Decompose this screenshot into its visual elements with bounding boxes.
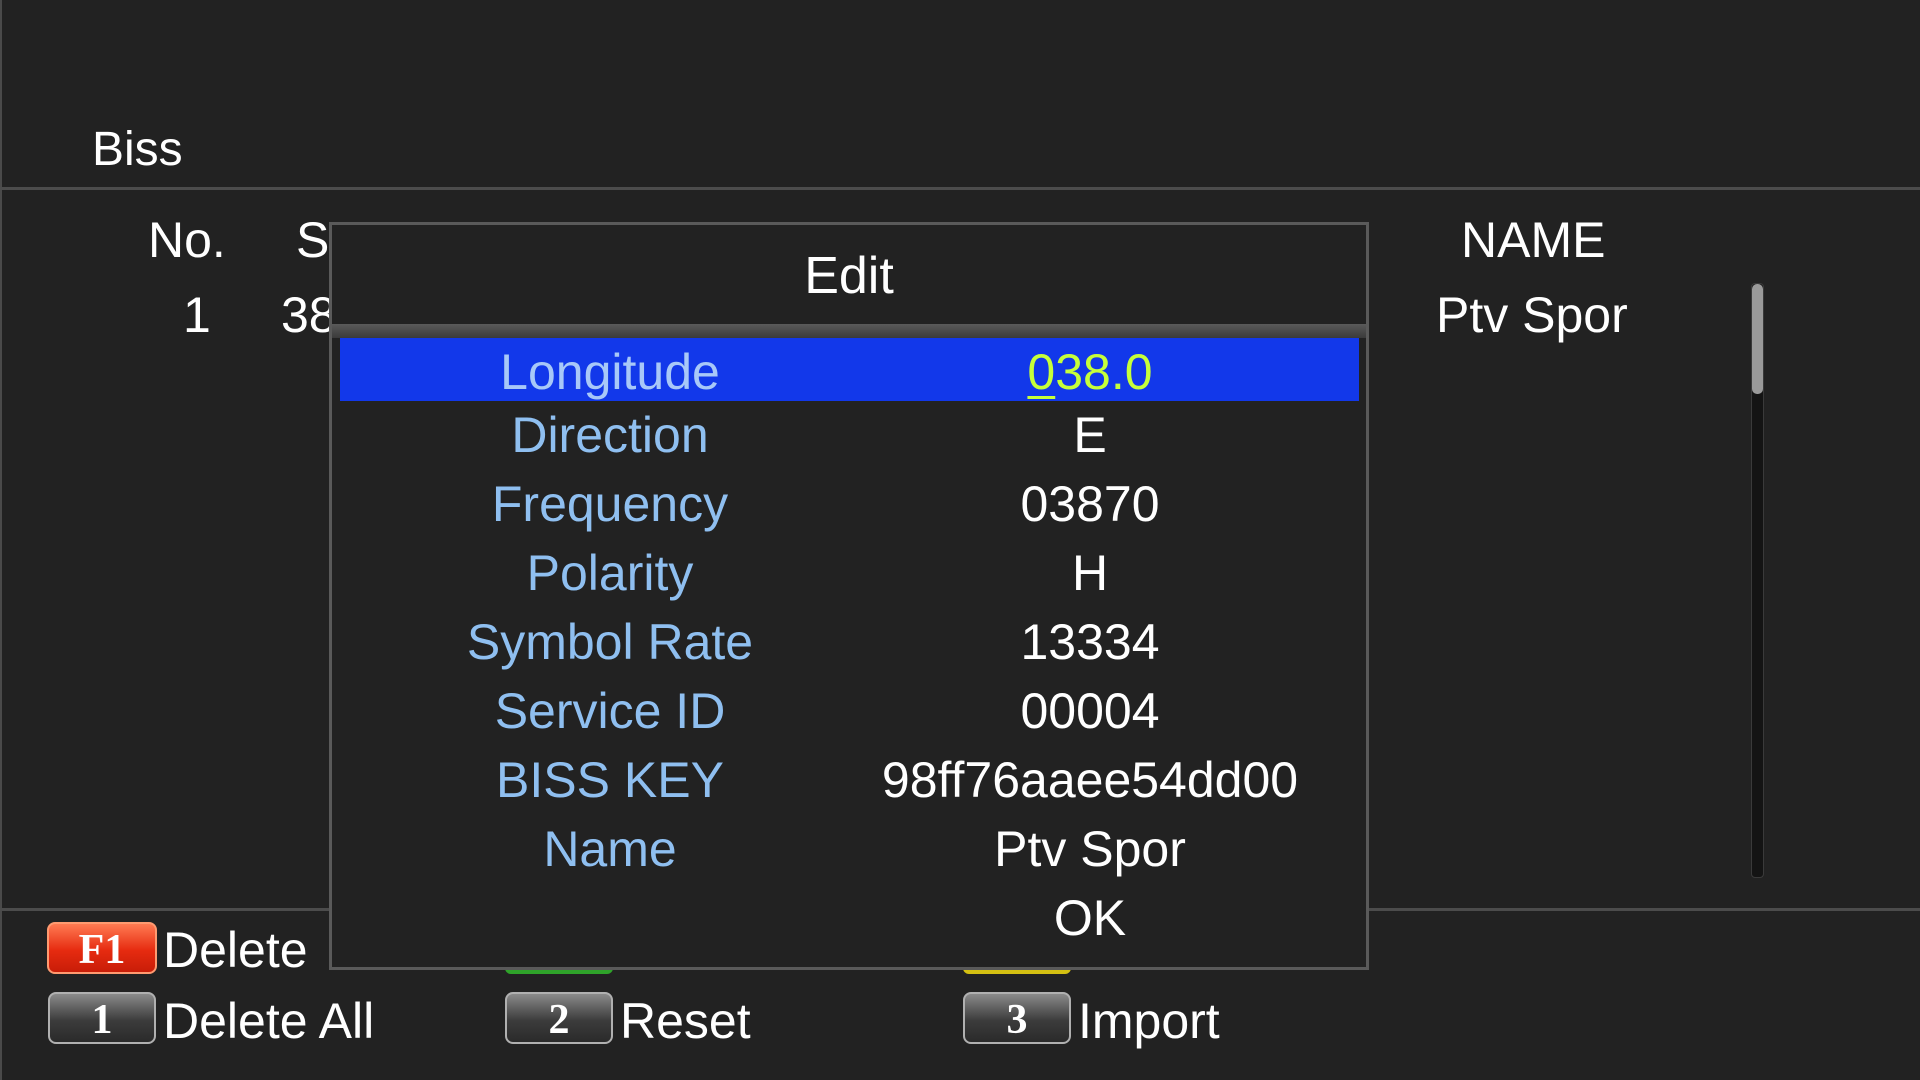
delete-all-label[interactable]: Delete All (163, 991, 374, 1051)
ok-row[interactable]: OK (340, 884, 1359, 947)
field-polarity[interactable]: Polarity H (340, 539, 1359, 602)
frequency-value[interactable]: 03870 (850, 470, 1330, 539)
field-name[interactable]: Name Ptv Spor (340, 815, 1359, 878)
column-header-no: No. (148, 212, 226, 268)
symbol-rate-value[interactable]: 13334 (850, 608, 1330, 677)
row-name: Ptv Spor (1436, 287, 1628, 343)
edit-dialog: Edit Longitude 038.0 Direction E Frequen… (329, 222, 1369, 970)
edit-cursor: 0 (1027, 344, 1056, 400)
scrollbar-thumb[interactable] (1752, 284, 1763, 394)
dialog-divider (332, 324, 1366, 338)
key-3[interactable]: 3 (963, 992, 1071, 1044)
name-label: Name (543, 821, 677, 877)
page-title: Biss (92, 123, 183, 176)
reset-label[interactable]: Reset (620, 991, 751, 1051)
symbol-rate-label: Symbol Rate (466, 614, 754, 670)
biss-key-label: BISS KEY (496, 752, 724, 808)
longitude-value-rest: 38.0 (1055, 344, 1153, 400)
dialog-title: Edit (804, 247, 894, 305)
direction-value[interactable]: E (850, 401, 1330, 470)
polarity-value[interactable]: H (850, 539, 1330, 608)
field-symbol-rate[interactable]: Symbol Rate 13334 (340, 608, 1359, 671)
key-2[interactable]: 2 (505, 992, 613, 1044)
name-value[interactable]: Ptv Spor (850, 815, 1330, 884)
delete-label[interactable]: Delete (163, 920, 308, 980)
field-longitude[interactable]: Longitude 038.0 (340, 338, 1359, 401)
row-number: 1 (183, 287, 211, 343)
longitude-value[interactable]: 038.0 (850, 338, 1330, 407)
column-header-name: NAME (1461, 212, 1606, 268)
header-divider (0, 187, 1920, 190)
polarity-label: Polarity (526, 545, 694, 601)
key-1[interactable]: 1 (48, 992, 156, 1044)
service-id-value[interactable]: 00004 (850, 677, 1330, 746)
import-label[interactable]: Import (1078, 991, 1220, 1051)
direction-label: Direction (511, 407, 709, 463)
longitude-label: Longitude (500, 344, 720, 400)
service-id-label: Service ID (494, 683, 726, 739)
column-header-satellite: S (296, 212, 330, 268)
ok-button[interactable]: OK (850, 884, 1330, 953)
field-frequency[interactable]: Frequency 03870 (340, 470, 1359, 533)
field-biss-key[interactable]: BISS KEY 98ff76aaee54dd00 (340, 746, 1359, 809)
frequency-label: Frequency (491, 476, 729, 532)
f1-key[interactable]: F1 (47, 922, 157, 974)
biss-key-value[interactable]: 98ff76aaee54dd00 (850, 746, 1330, 815)
biss-screen: Biss No. S NAME 1 38 Ptv Spor F1 Delete … (0, 0, 1920, 1080)
left-border (0, 0, 2, 1080)
field-service-id[interactable]: Service ID 00004 (340, 677, 1359, 740)
field-direction[interactable]: Direction E (340, 401, 1359, 464)
